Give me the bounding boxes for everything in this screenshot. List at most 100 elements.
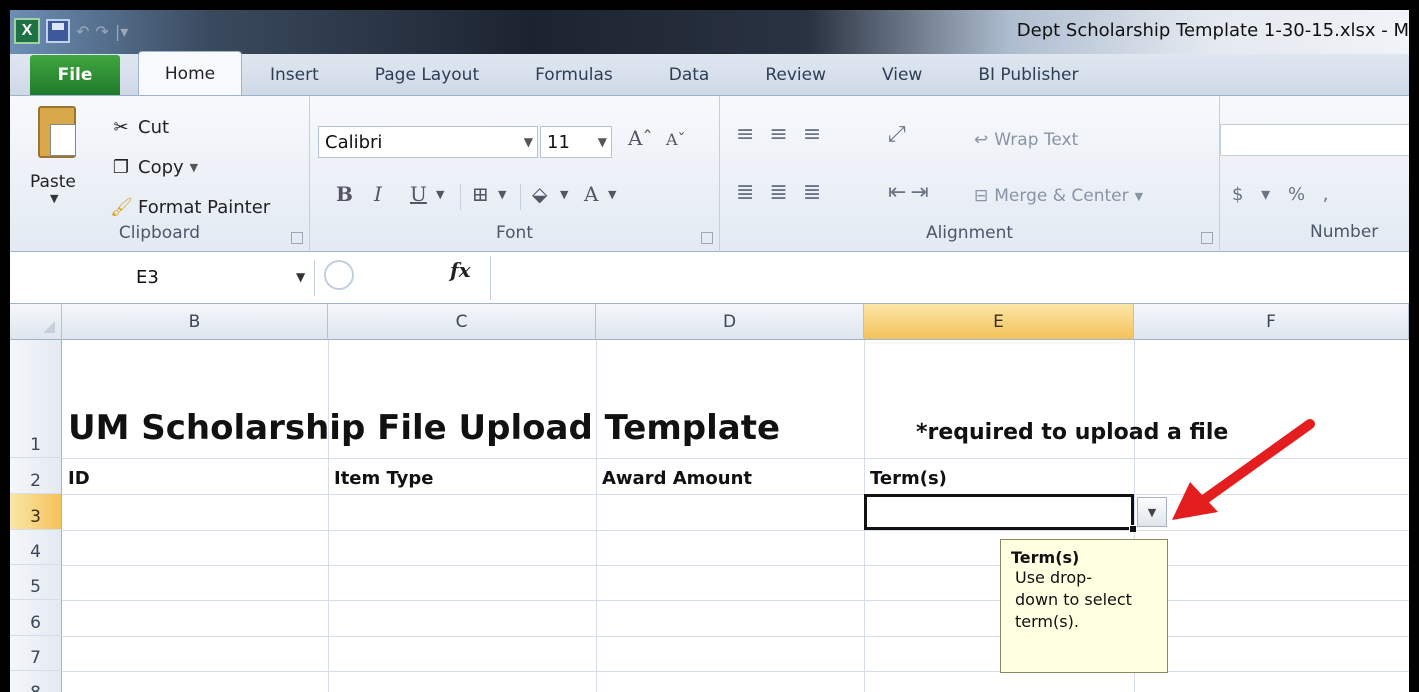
- font-launcher-icon[interactable]: [701, 232, 713, 244]
- header-cell-award-amount[interactable]: Award Amount: [602, 468, 752, 489]
- row-header-5[interactable]: 5: [10, 565, 62, 600]
- tab-view[interactable]: View: [854, 55, 950, 95]
- percent-icon[interactable]: %: [1288, 184, 1311, 205]
- chevron-down-icon[interactable]: ▼: [436, 188, 444, 201]
- currency-icon[interactable]: $: [1232, 184, 1249, 205]
- name-box[interactable]: E3 ▼: [10, 260, 315, 296]
- paste-icon[interactable]: [38, 106, 76, 158]
- clipboard-group-label: Clipboard: [118, 223, 201, 243]
- tab-insert[interactable]: Insert: [242, 55, 347, 95]
- row-header-3[interactable]: 3: [10, 494, 62, 530]
- italic-icon[interactable]: I: [374, 182, 382, 206]
- excel-window: X ↶ ↷ |▾ Dept Scholarship Template 1-30-…: [10, 10, 1409, 692]
- bold-icon[interactable]: B: [336, 182, 353, 206]
- copy-button[interactable]: ❐ Copy ▼: [110, 152, 198, 182]
- fill-color-icon[interactable]: ⬙: [532, 182, 547, 206]
- gridline: [62, 565, 1409, 566]
- column-header-f[interactable]: F: [1134, 304, 1409, 340]
- copy-icon: ❐: [112, 156, 130, 178]
- paste-button[interactable]: Paste: [30, 172, 76, 192]
- formula-input[interactable]: [490, 256, 1409, 300]
- tab-review[interactable]: Review: [737, 55, 854, 95]
- tooltip-line: Use drop-: [1015, 568, 1093, 587]
- wrap-text-label: Wrap Text: [994, 130, 1079, 150]
- clipboard-launcher-icon[interactable]: [291, 232, 303, 244]
- scissors-icon: ✂: [113, 116, 129, 138]
- cut-button[interactable]: ✂ Cut: [110, 112, 169, 142]
- grow-font-icon[interactable]: Aˆ: [628, 126, 652, 150]
- header-cell-item-type[interactable]: Item Type: [334, 468, 434, 489]
- select-all-button[interactable]: [10, 304, 62, 340]
- chevron-down-icon[interactable]: ▼: [524, 135, 533, 149]
- horizontal-align-icons[interactable]: ≣ ≣ ≣: [736, 180, 825, 205]
- tab-page-layout[interactable]: Page Layout: [347, 55, 507, 95]
- number-format-buttons[interactable]: $ ▾ % ,: [1232, 184, 1335, 205]
- redo-icon[interactable]: ↷: [95, 22, 108, 41]
- chevron-down-icon[interactable]: ▼: [560, 188, 568, 201]
- column-header-d[interactable]: D: [596, 304, 864, 340]
- column-header-b[interactable]: B: [62, 304, 328, 340]
- chevron-down-icon[interactable]: ▼: [296, 270, 305, 284]
- orientation-icon[interactable]: ⤢: [888, 122, 910, 147]
- chevron-down-icon[interactable]: ▼: [498, 188, 506, 201]
- undo-icon[interactable]: ↶: [76, 22, 89, 41]
- font-name-value: Calibri: [325, 131, 383, 153]
- wrap-text-button[interactable]: ↩ Wrap Text: [974, 130, 1078, 150]
- window-title: Dept Scholarship Template 1-30-15.xlsx -…: [1016, 20, 1409, 41]
- font-size-combo[interactable]: 11 ▼: [540, 126, 612, 158]
- indent-icons[interactable]: ⇤⇥: [888, 180, 933, 205]
- font-group: Calibri ▼ 11 ▼ Aˆ Aˇ B I U ▼ ⊞ ▼ ⬙ ▼ A ▼…: [310, 96, 720, 252]
- tooltip-title: Term(s): [1011, 548, 1080, 567]
- title-bar: X ↶ ↷ |▾ Dept Scholarship Template 1-30-…: [10, 10, 1409, 54]
- row-header-2[interactable]: 2: [10, 458, 62, 494]
- column-header-e[interactable]: E: [864, 304, 1134, 340]
- active-cell-e3[interactable]: [864, 494, 1134, 530]
- chevron-down-icon[interactable]: ▼: [608, 188, 616, 201]
- insert-function-icon[interactable]: fx: [450, 258, 471, 282]
- number-format-combo[interactable]: [1220, 124, 1409, 156]
- merge-center-button[interactable]: ⊟ Merge & Center ▼: [974, 186, 1143, 206]
- column-header-c[interactable]: C: [328, 304, 596, 340]
- row-header-1[interactable]: 1: [10, 340, 62, 458]
- chevron-down-icon: ▼: [1147, 505, 1157, 519]
- save-icon[interactable]: [46, 19, 70, 43]
- font-color-icon[interactable]: A: [584, 182, 598, 206]
- paste-dropdown-icon[interactable]: ▼: [50, 192, 58, 205]
- tab-data[interactable]: Data: [641, 55, 738, 95]
- separator: [460, 184, 461, 210]
- red-arrow-icon: [1172, 419, 1315, 520]
- shrink-font-icon[interactable]: Aˇ: [666, 130, 686, 149]
- tab-formulas[interactable]: Formulas: [507, 55, 641, 95]
- comma-icon[interactable]: ,: [1323, 184, 1335, 205]
- row-header-4[interactable]: 4: [10, 530, 62, 565]
- formula-bar-grip-icon: [324, 260, 354, 290]
- ribbon-home: Paste ▼ ✂ Cut ❐ Copy ▼ 🖌 Format Painter …: [10, 96, 1409, 252]
- borders-icon[interactable]: ⊞: [472, 182, 489, 206]
- copy-dropdown-icon[interactable]: ▼: [190, 161, 198, 174]
- formula-bar: E3 ▼ fx: [10, 252, 1409, 304]
- fill-handle[interactable]: [1129, 525, 1137, 533]
- alignment-launcher-icon[interactable]: [1201, 232, 1213, 244]
- gridline: [328, 340, 329, 692]
- gridline: [62, 600, 1409, 601]
- row-header-7[interactable]: 7: [10, 636, 62, 671]
- chevron-down-icon[interactable]: ▼: [1135, 190, 1143, 203]
- vertical-align-icons[interactable]: ≡ ≡ ≡: [736, 122, 825, 147]
- tab-bi-publisher[interactable]: BI Publisher: [950, 55, 1106, 95]
- row-header-8[interactable]: 8: [10, 671, 62, 692]
- underline-icon[interactable]: U: [410, 182, 427, 206]
- font-name-combo[interactable]: Calibri ▼: [318, 126, 538, 158]
- excel-icon[interactable]: X: [14, 18, 40, 44]
- paintbrush-icon: 🖌: [110, 196, 133, 218]
- header-cell-id[interactable]: ID: [68, 468, 90, 489]
- row-header-6[interactable]: 6: [10, 600, 62, 636]
- sheet-title-cell[interactable]: UM Scholarship File Upload Template: [68, 408, 780, 448]
- tab-home[interactable]: Home: [138, 51, 242, 95]
- header-cell-terms[interactable]: Term(s): [870, 468, 947, 489]
- chevron-down-icon[interactable]: ▼: [598, 135, 607, 149]
- worksheet-grid: B C D E F 1 2 3 4 5 6 7 8 UM Scholarship…: [10, 304, 1409, 692]
- tab-file[interactable]: File: [30, 55, 120, 95]
- wrap-text-icon: ↩: [974, 130, 989, 150]
- separator: [520, 184, 521, 210]
- customize-qat-icon[interactable]: |▾: [115, 22, 128, 41]
